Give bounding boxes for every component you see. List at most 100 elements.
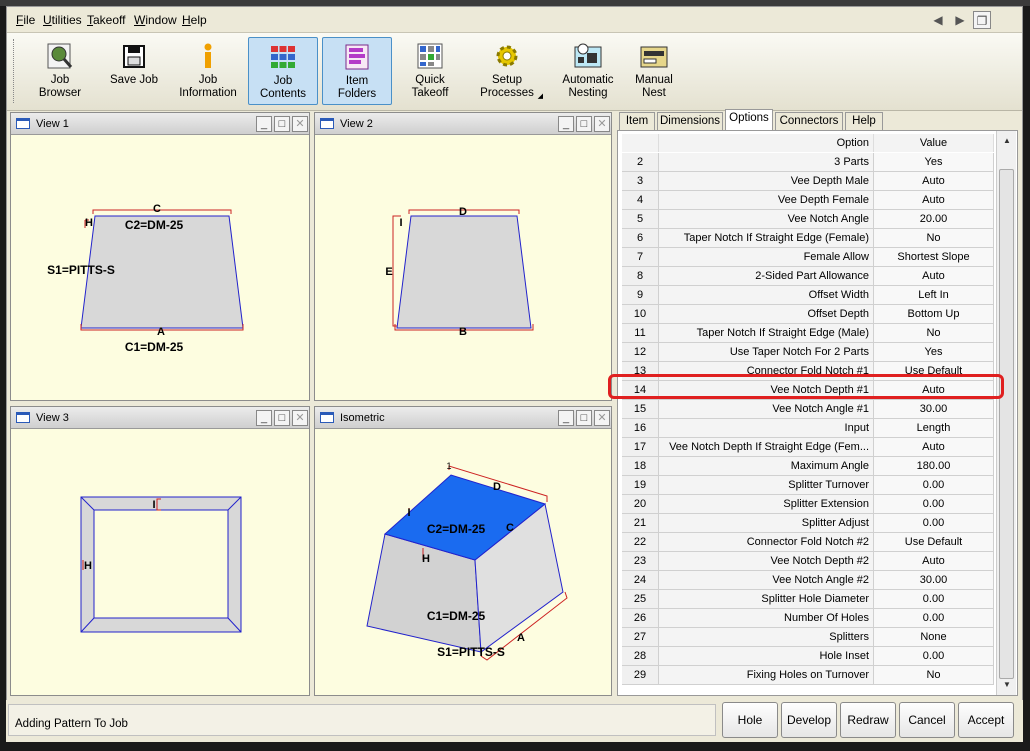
menu-help[interactable]: Help	[182, 13, 207, 27]
table-row[interactable]: 28 Hole Inset 0.00	[622, 647, 994, 666]
view1-titlebar[interactable]: View 1 _ □ ✕	[11, 113, 309, 135]
minimize-icon[interactable]: _	[256, 410, 272, 426]
minimize-icon[interactable]: _	[256, 116, 272, 132]
tab-item[interactable]: Item	[619, 112, 655, 131]
table-row[interactable]: 22 Connector Fold Notch #2 Use Default	[622, 533, 994, 552]
view3-titlebar[interactable]: View 3 _ □ ✕	[11, 407, 309, 429]
table-row[interactable]: 20 Splitter Extension 0.00	[622, 495, 994, 514]
isometric-pane[interactable]: Isometric _ □ ✕ D 1 I C2=DM-25 C H C1=DM…	[314, 406, 612, 696]
table-row[interactable]: 7 Female Allow Shortest Slope	[622, 248, 994, 267]
table-row[interactable]: 4 Vee Depth Female Auto	[622, 191, 994, 210]
table-row[interactable]: 21 Splitter Adjust 0.00	[622, 514, 994, 533]
menu-window[interactable]: Window	[134, 13, 177, 27]
option-value[interactable]: 0.00	[874, 590, 994, 609]
option-value[interactable]: 180.00	[874, 457, 994, 476]
option-value[interactable]: Auto	[874, 267, 994, 286]
view3-pane[interactable]: View 3 _ □ ✕ I H	[10, 406, 310, 696]
close-icon[interactable]: ✕	[594, 410, 610, 426]
table-row[interactable]: 29 Fixing Holes on Turnover No	[622, 666, 994, 685]
option-value[interactable]: Yes	[874, 153, 994, 172]
setup-processes-button[interactable]: Setup Processes ◢	[469, 37, 545, 105]
table-row[interactable]: 3 Vee Depth Male Auto	[622, 172, 994, 191]
dropdown-arrow-icon[interactable]: ◢	[538, 90, 543, 103]
scroll-down-icon[interactable]: ▼	[999, 677, 1015, 693]
option-value[interactable]: 20.00	[874, 210, 994, 229]
table-row[interactable]: 6 Taper Notch If Straight Edge (Female) No	[622, 229, 994, 248]
option-value[interactable]: 0.00	[874, 495, 994, 514]
view3-canvas[interactable]: I H	[11, 430, 309, 695]
maximize-icon[interactable]: □	[576, 410, 592, 426]
item-folders-button[interactable]: Item Folders	[322, 37, 392, 105]
option-value[interactable]: 0.00	[874, 514, 994, 533]
option-value[interactable]: No	[874, 324, 994, 343]
nav-forward-icon[interactable]: ▶	[951, 11, 969, 29]
option-value[interactable]: 0.00	[874, 647, 994, 666]
maximize-icon[interactable]: □	[274, 410, 290, 426]
job-browser-button[interactable]: Job Browser	[27, 37, 93, 105]
menu-utilities[interactable]: Utilities	[43, 13, 82, 27]
table-row[interactable]: 24 Vee Notch Angle #2 30.00	[622, 571, 994, 590]
close-icon[interactable]: ✕	[292, 410, 308, 426]
option-value[interactable]: No	[874, 229, 994, 248]
option-value[interactable]: None	[874, 628, 994, 647]
option-value[interactable]: Left In	[874, 286, 994, 305]
close-icon[interactable]: ✕	[292, 116, 308, 132]
option-value[interactable]: No	[874, 666, 994, 685]
scroll-thumb[interactable]	[999, 169, 1014, 679]
option-value[interactable]: Use Default	[874, 533, 994, 552]
job-information-button[interactable]: Job Information	[173, 37, 243, 105]
table-row[interactable]: 11 Taper Notch If Straight Edge (Male) No	[622, 324, 994, 343]
develop-button[interactable]: Develop	[781, 702, 837, 738]
option-value[interactable]: Auto	[874, 438, 994, 457]
option-value[interactable]: Bottom Up	[874, 305, 994, 324]
option-value[interactable]: 30.00	[874, 571, 994, 590]
grid-scrollbar[interactable]: ▲ ▼	[996, 131, 1016, 695]
table-row[interactable]: 12 Use Taper Notch For 2 Parts Yes	[622, 343, 994, 362]
close-icon[interactable]: ✕	[594, 116, 610, 132]
redraw-button[interactable]: Redraw	[840, 702, 896, 738]
tab-dimensions[interactable]: Dimensions	[657, 112, 723, 131]
view1-pane[interactable]: View 1 _ □ ✕ C C2=DM-25 H S1=PITTS-S A C…	[10, 112, 310, 401]
isometric-canvas[interactable]: D 1 I C2=DM-25 C H C1=DM-25 A S1=PITTS-S	[315, 430, 611, 695]
maximize-icon[interactable]: □	[274, 116, 290, 132]
minimize-icon[interactable]: _	[558, 116, 574, 132]
scroll-up-icon[interactable]: ▲	[999, 133, 1015, 149]
view2-canvas[interactable]: D I E B	[315, 136, 611, 400]
option-value[interactable]: Auto	[874, 172, 994, 191]
table-row[interactable]: 10 Offset Depth Bottom Up	[622, 305, 994, 324]
table-row[interactable]: 5 Vee Notch Angle 20.00	[622, 210, 994, 229]
view2-pane[interactable]: View 2 _ □ ✕ D I E B	[314, 112, 612, 401]
isometric-titlebar[interactable]: Isometric _ □ ✕	[315, 407, 611, 429]
nav-back-icon[interactable]: ◀	[929, 11, 947, 29]
menu-file[interactable]: File	[16, 13, 35, 27]
view2-titlebar[interactable]: View 2 _ □ ✕	[315, 113, 611, 135]
table-row[interactable]: 19 Splitter Turnover 0.00	[622, 476, 994, 495]
save-job-button[interactable]: Save Job	[101, 37, 167, 105]
job-contents-button[interactable]: Job Contents	[248, 37, 318, 105]
table-row[interactable]: 26 Number Of Holes 0.00	[622, 609, 994, 628]
header-value[interactable]: Value	[874, 134, 994, 152]
menu-takeoff[interactable]: Takeoff	[87, 13, 125, 27]
tab-help[interactable]: Help	[845, 112, 883, 131]
option-value[interactable]: 0.00	[874, 476, 994, 495]
maximize-icon[interactable]: □	[576, 116, 592, 132]
option-value[interactable]: Auto	[874, 552, 994, 571]
quick-takeoff-button[interactable]: Quick Takeoff	[397, 37, 463, 105]
option-value[interactable]: 30.00	[874, 400, 994, 419]
tab-connectors[interactable]: Connectors	[775, 112, 843, 131]
table-row[interactable]: 18 Maximum Angle 180.00	[622, 457, 994, 476]
option-value[interactable]: 0.00	[874, 609, 994, 628]
table-row[interactable]: 17 Vee Notch Depth If Straight Edge (Fem.…	[622, 438, 994, 457]
cancel-button[interactable]: Cancel	[899, 702, 955, 738]
option-value[interactable]: Shortest Slope	[874, 248, 994, 267]
table-row[interactable]: 23 Vee Notch Depth #2 Auto	[622, 552, 994, 571]
manual-nest-button[interactable]: Manual Nest	[621, 37, 687, 105]
tab-options[interactable]: Options	[725, 109, 773, 131]
options-grid[interactable]: Option Value 23 Parts Yes 3 Vee Depth Male A…	[617, 130, 1018, 696]
table-row[interactable]: 9 Offset Width Left In	[622, 286, 994, 305]
table-row[interactable]: 16 Input Length	[622, 419, 994, 438]
table-row[interactable]: 23 Parts Yes	[622, 153, 994, 172]
accept-button[interactable]: Accept	[958, 702, 1014, 738]
table-row[interactable]: 8 2-Sided Part Allowance Auto	[622, 267, 994, 286]
toolbar-grip[interactable]	[13, 39, 16, 103]
